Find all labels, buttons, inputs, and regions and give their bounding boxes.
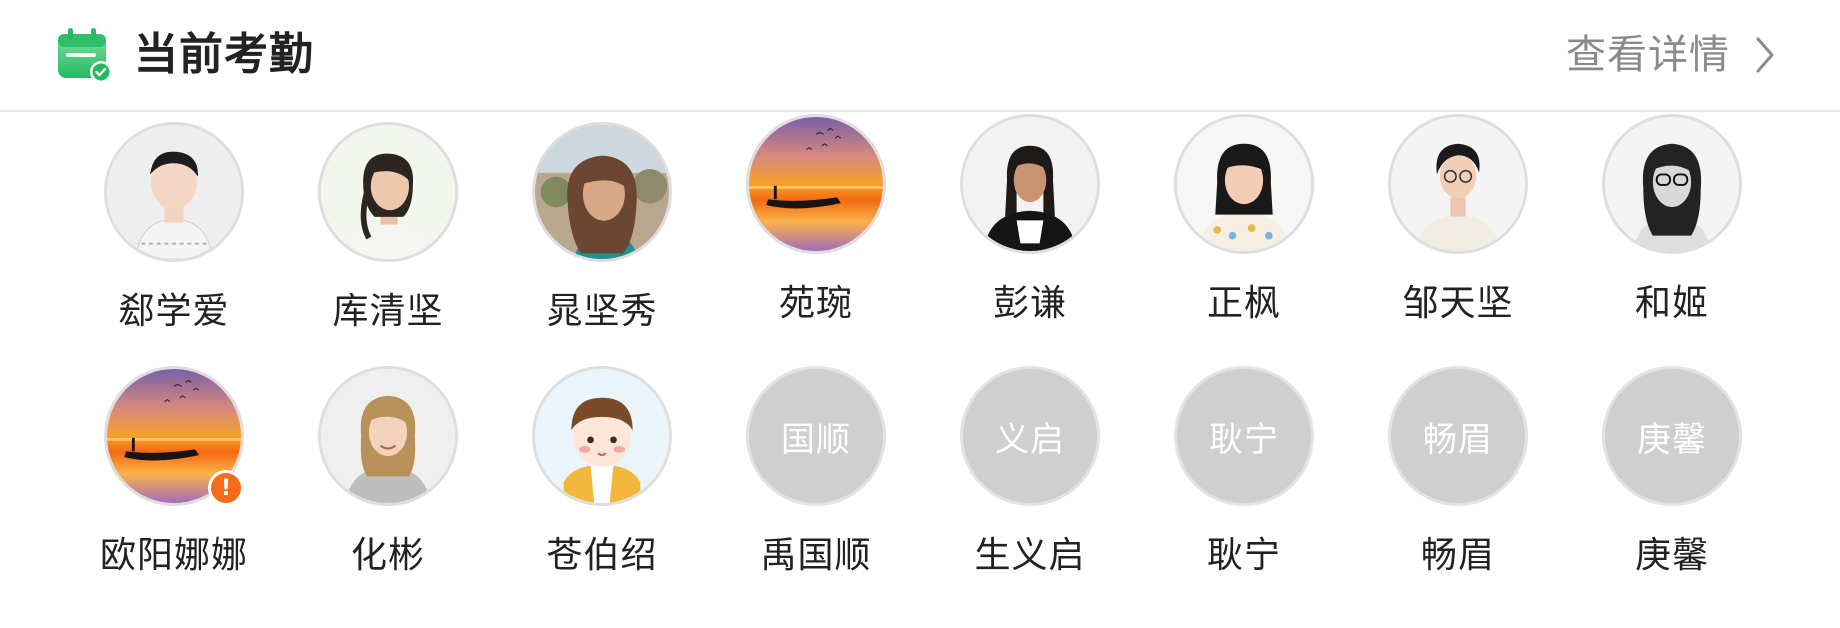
avatar-initials: 耿宁 — [1209, 419, 1279, 460]
person-photo-icon — [1391, 117, 1525, 251]
attendance-grid: 郄学爱 库清坚 晁坚秀 苑琬 彭谦 正枫 邹天坚 和姬 ! 欧阳娜娜 化彬 苍伯… — [0, 112, 1840, 628]
person-photo-icon — [321, 369, 455, 503]
person-name: 庚馨 — [1634, 535, 1709, 576]
card-header: 当前考勤 查看详情 — [0, 0, 1840, 112]
avatar — [104, 122, 244, 262]
cartoon-avatar-icon — [535, 369, 669, 503]
warning-badge-icon: ! — [208, 470, 244, 506]
person-name: 彭谦 — [992, 283, 1067, 324]
avatar-wrap: 庚馨 — [1602, 366, 1742, 506]
person-item[interactable]: 库清坚 — [281, 122, 495, 354]
avatar-initials: 义启 — [995, 419, 1065, 460]
person-item[interactable]: 畅眉 畅眉 — [1351, 366, 1565, 598]
person-name: 晁坚秀 — [546, 291, 658, 332]
avatar-wrap: ! — [104, 366, 244, 506]
avatar-wrap: 义启 — [960, 366, 1100, 506]
avatar-wrap — [1602, 114, 1742, 254]
avatar-wrap — [1174, 114, 1314, 254]
person-name: 禹国顺 — [760, 535, 872, 576]
view-details-link[interactable]: 查看详情 — [1566, 26, 1780, 84]
avatar-wrap — [1388, 114, 1528, 254]
person-name: 郄学爱 — [118, 291, 230, 332]
person-item[interactable]: 晁坚秀 — [495, 122, 709, 354]
person-photo-icon — [535, 125, 669, 259]
avatar — [960, 114, 1100, 254]
person-item[interactable]: 和姬 — [1565, 114, 1779, 346]
avatar-wrap: 国顺 — [746, 366, 886, 506]
avatar-wrap — [318, 366, 458, 506]
avatar-initials: 国顺 — [781, 419, 851, 460]
avatar — [746, 114, 886, 254]
person-item[interactable]: 苍伯绍 — [495, 366, 709, 598]
person-item[interactable]: 彭谦 — [923, 114, 1137, 346]
avatar: 义启 — [960, 366, 1100, 506]
avatar — [532, 366, 672, 506]
avatar — [318, 122, 458, 262]
avatar-wrap: 耿宁 — [1174, 366, 1314, 506]
avatar — [1174, 114, 1314, 254]
person-item[interactable]: 义启 生义启 — [923, 366, 1137, 598]
avatar — [1388, 114, 1528, 254]
person-name: 苍伯绍 — [546, 535, 658, 576]
page-title: 当前考勤 — [134, 29, 314, 80]
person-photo-icon — [963, 117, 1097, 251]
avatar-wrap — [746, 114, 886, 254]
person-name: 库清坚 — [332, 291, 444, 332]
avatar-wrap — [318, 122, 458, 262]
avatar-wrap — [532, 122, 672, 262]
chevron-right-icon — [1756, 37, 1774, 73]
person-item[interactable]: 化彬 — [281, 366, 495, 598]
person-photo-icon — [107, 125, 241, 259]
person-item[interactable]: 邹天坚 — [1351, 114, 1565, 346]
avatar-wrap — [104, 122, 244, 262]
avatar: 庚馨 — [1602, 366, 1742, 506]
avatar — [532, 122, 672, 262]
person-photo-icon — [1177, 117, 1311, 251]
person-name: 生义启 — [974, 535, 1086, 576]
avatar — [318, 366, 458, 506]
person-name: 正枫 — [1206, 283, 1281, 324]
person-item[interactable]: 正枫 — [1137, 114, 1351, 346]
avatar: 耿宁 — [1174, 366, 1314, 506]
person-name: 耿宁 — [1206, 535, 1281, 576]
person-item[interactable]: 苑琬 — [709, 114, 923, 346]
view-details-label: 查看详情 — [1566, 32, 1730, 78]
attendance-card: 当前考勤 查看详情 郄学爱 库清坚 晁坚秀 苑琬 彭谦 正枫 邹天坚 和姬 ! … — [0, 0, 1840, 628]
avatar-wrap — [960, 114, 1100, 254]
avatar: 畅眉 — [1388, 366, 1528, 506]
person-photo-icon — [321, 125, 455, 259]
calendar-check-icon — [58, 28, 112, 83]
person-item[interactable]: 国顺 禹国顺 — [709, 366, 923, 598]
person-item[interactable]: 郄学爱 — [67, 122, 281, 354]
avatar-initials: 畅眉 — [1423, 419, 1493, 460]
avatar — [1602, 114, 1742, 254]
person-name: 苑琬 — [778, 283, 853, 324]
person-photo-icon — [1605, 117, 1739, 251]
person-name: 和姬 — [1634, 283, 1709, 324]
avatar-initials: 庚馨 — [1637, 419, 1707, 460]
person-name: 畅眉 — [1420, 535, 1495, 576]
person-item[interactable]: 耿宁 耿宁 — [1137, 366, 1351, 598]
person-item[interactable]: ! 欧阳娜娜 — [67, 366, 281, 598]
avatar-wrap — [532, 366, 672, 506]
person-item[interactable]: 庚馨 庚馨 — [1565, 366, 1779, 598]
person-name: 化彬 — [350, 535, 425, 576]
person-name: 邹天坚 — [1402, 283, 1514, 324]
sunset-boat-photo-icon — [749, 117, 883, 251]
person-name: 欧阳娜娜 — [99, 535, 248, 576]
avatar: 国顺 — [746, 366, 886, 506]
avatar-wrap: 畅眉 — [1388, 366, 1528, 506]
